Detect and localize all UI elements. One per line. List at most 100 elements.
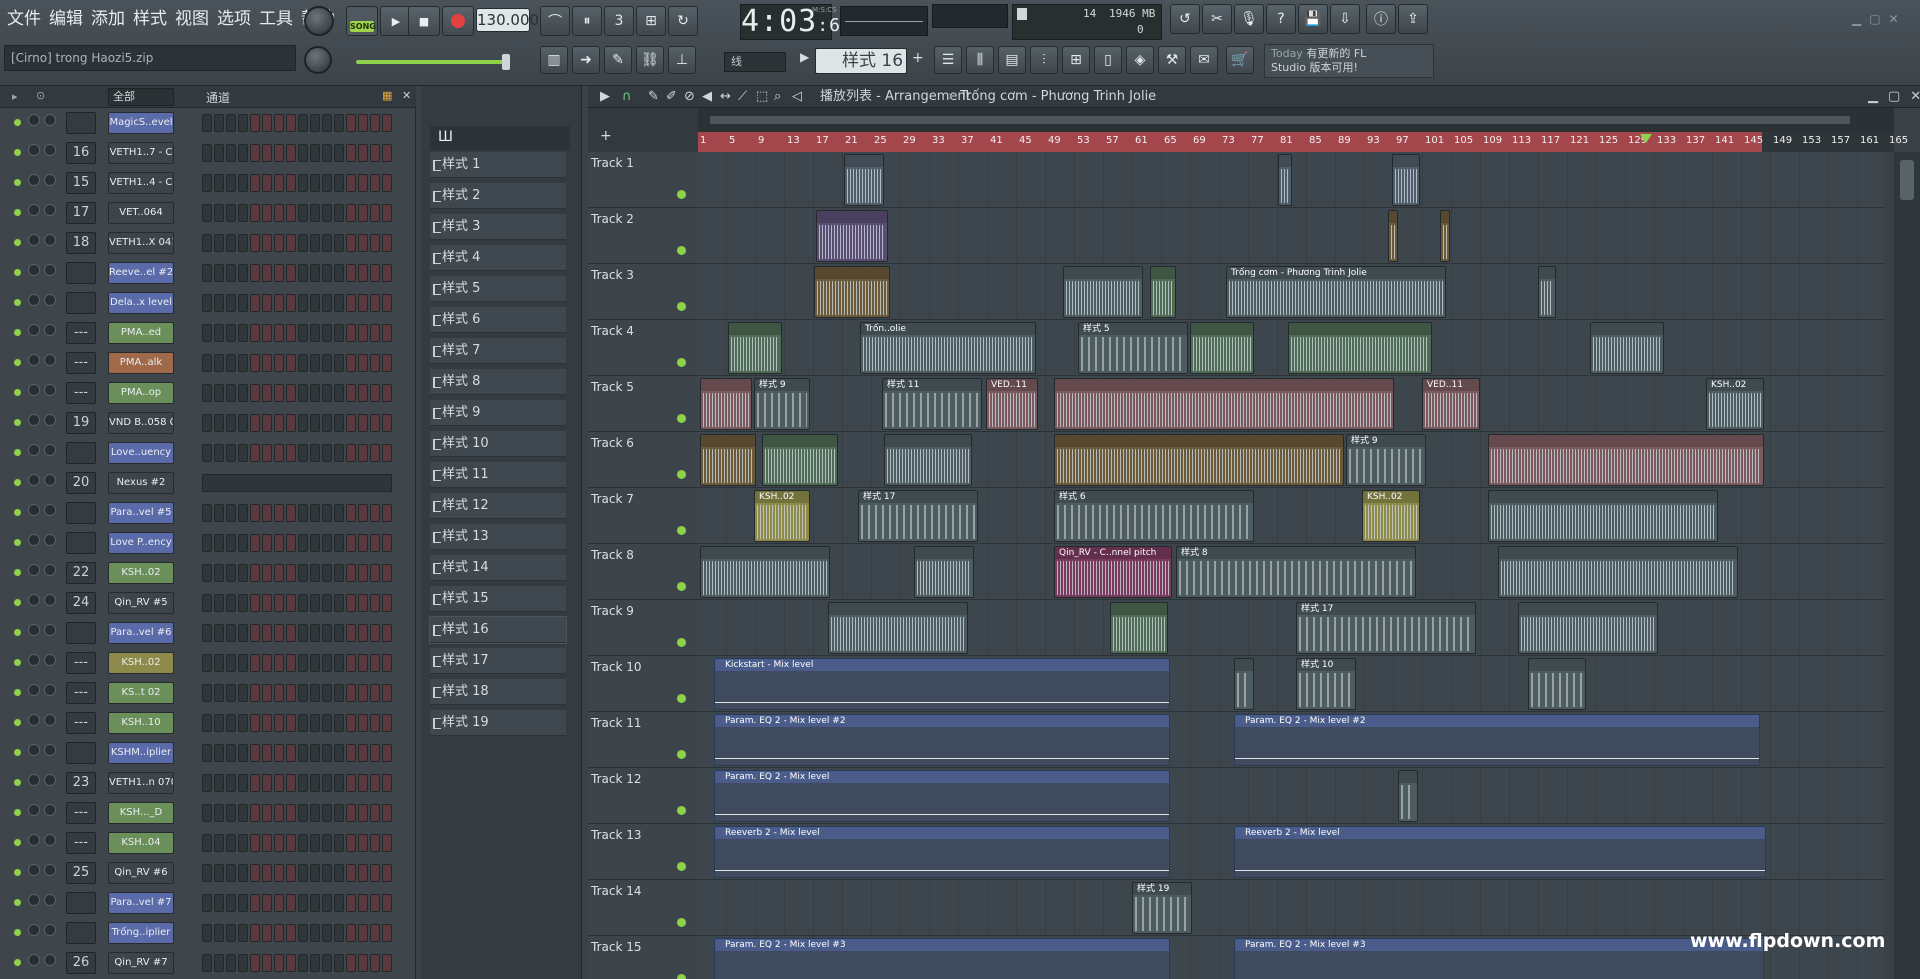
step-button[interactable] [262,624,272,642]
step-button[interactable] [286,174,296,192]
channel-led[interactable] [14,869,21,876]
audio-clip[interactable] [914,546,974,598]
channel-pan-knob[interactable] [44,714,56,726]
audio-clip[interactable] [1538,266,1556,318]
step-button[interactable] [346,414,356,432]
step-button[interactable] [238,564,248,582]
step-button[interactable] [250,564,260,582]
step-button[interactable] [214,804,224,822]
track-header[interactable]: Track 12 [588,768,698,824]
step-button[interactable] [202,324,212,342]
step-button[interactable] [214,264,224,282]
step-button[interactable] [322,594,332,612]
step-sequencer[interactable] [202,384,392,402]
step-sequencer[interactable] [202,594,392,612]
step-button[interactable] [250,654,260,672]
pattern-clip[interactable]: 样式 9 [754,378,810,430]
audio-clip[interactable]: Trống cơm - Phương Trinh Jolie [1226,266,1446,318]
track-header[interactable]: Track 7 [588,488,698,544]
track-mute-led[interactable] [677,750,686,759]
channel-row[interactable]: 16 VETH1..7 - C [0,138,416,168]
track-mute-led[interactable] [677,470,686,479]
track-mute-led[interactable] [677,358,686,367]
channel-row[interactable]: Para..vel #5 [0,498,416,528]
step-button[interactable] [214,744,224,762]
step-button[interactable] [250,684,260,702]
audio-clip[interactable] [1054,434,1344,486]
channel-pan-knob[interactable] [44,924,56,936]
step-button[interactable] [322,714,332,732]
step-button[interactable] [370,174,380,192]
channel-name[interactable]: PMA..op [108,382,174,404]
audio-clip[interactable] [1590,322,1664,374]
step-sequencer[interactable] [202,744,392,762]
step-button[interactable] [286,774,296,792]
step-button[interactable] [346,444,356,462]
channel-row[interactable]: 19 VND B..058 C [0,408,416,438]
step-button[interactable] [334,324,344,342]
step-button[interactable] [298,504,308,522]
step-button[interactable] [322,504,332,522]
channel-led[interactable] [14,839,21,846]
step-sequencer[interactable] [202,324,392,342]
step-button[interactable] [322,894,332,912]
track-lane[interactable]: Reeverb 2 - Mix level Reeverb 2 - Mix lev… [698,824,1884,880]
step-button[interactable] [346,744,356,762]
pattern-item[interactable]: 样式 9 [430,400,566,426]
pattern-item[interactable]: 样式 1 [430,152,566,178]
channel-name[interactable]: KSHM..iplier [108,742,174,764]
step-button[interactable] [262,894,272,912]
mixer-track-number[interactable] [66,442,96,464]
channel-led[interactable] [14,959,21,966]
loop-record-button[interactable]: ↻ [668,6,698,36]
channel-row[interactable]: Love P..ency [0,528,416,558]
step-button[interactable] [346,534,356,552]
step-button[interactable] [226,294,236,312]
channel-volume-knob[interactable] [28,804,40,816]
track-mute-led[interactable] [677,638,686,647]
step-button[interactable] [238,834,248,852]
step-sequencer[interactable] [202,264,392,282]
step-button[interactable] [334,594,344,612]
step-button[interactable] [214,594,224,612]
channel-led[interactable] [14,629,21,636]
audio-clip[interactable] [1190,322,1254,374]
step-button[interactable] [274,804,284,822]
channel-led[interactable] [14,419,21,426]
automation-clip[interactable]: Param. EQ 2 - Mix level #2 [1234,714,1760,766]
step-button[interactable] [226,804,236,822]
pattern-item[interactable]: 样式 11 [430,462,566,488]
step-button[interactable] [370,444,380,462]
channel-led[interactable] [14,509,21,516]
mixer-track-number[interactable]: 24 [66,592,96,614]
channel-led[interactable] [14,599,21,606]
channel-volume-knob[interactable] [28,204,40,216]
step-sequencer[interactable] [202,234,392,252]
step-button[interactable] [310,144,320,162]
step-button[interactable] [346,504,356,522]
step-button[interactable] [298,414,308,432]
step-button[interactable] [370,534,380,552]
step-button[interactable] [250,714,260,732]
audio-clip[interactable] [884,434,972,486]
mini-piano-roll[interactable] [202,474,392,492]
step-button[interactable] [334,894,344,912]
step-button[interactable] [382,744,392,762]
step-button[interactable] [202,564,212,582]
channel-volume-knob[interactable] [28,744,40,756]
step-button[interactable] [322,834,332,852]
step-sequencer[interactable] [202,684,392,702]
step-button[interactable] [346,804,356,822]
step-button[interactable] [322,654,332,672]
channel-led[interactable] [14,449,21,456]
step-button[interactable] [346,354,356,372]
channel-volume-knob[interactable] [28,444,40,456]
step-button[interactable] [286,534,296,552]
audio-clip[interactable]: VED..11 [986,378,1038,430]
step-button[interactable] [310,324,320,342]
track-mute-led[interactable] [677,974,686,979]
step-button[interactable] [202,774,212,792]
channel-volume-knob[interactable] [28,174,40,186]
step-button[interactable] [322,384,332,402]
pattern-clip[interactable]: 样式 5 [1078,322,1188,374]
